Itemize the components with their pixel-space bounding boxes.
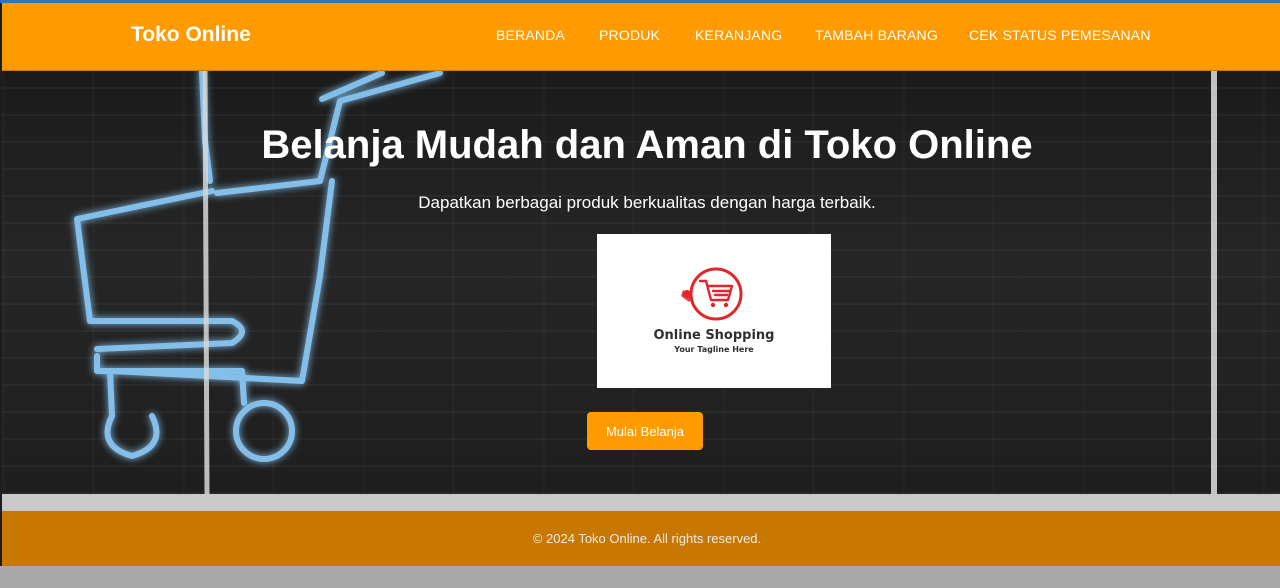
footer-copyright: © 2024 Toko Online. All rights reserved. (532, 531, 762, 546)
hero-section: Belanja Mudah dan Aman di Toko Online Da… (2, 71, 1280, 494)
brand-logo-image: Online Shopping Your Tagline Here (597, 234, 831, 388)
shopping-cart-logo-icon (681, 267, 743, 321)
nav-link-beranda[interactable]: BERANDA (496, 27, 565, 43)
logo-text-title: Online Shopping (653, 328, 775, 343)
hero-subtitle: Dapatkan berbagai produk berkualitas den… (418, 193, 876, 212)
hero-title: Belanja Mudah dan Aman di Toko Online (261, 123, 1033, 167)
nav-link-tambah-barang[interactable]: TAMBAH BARANG (815, 27, 938, 43)
footer: © 2024 Toko Online. All rights reserved. (2, 511, 1280, 566)
nav-link-cek-status-pemesanan[interactable]: CEK STATUS PEMESANAN (969, 27, 1151, 43)
nav-link-keranjang[interactable]: KERANJANG (695, 27, 782, 43)
start-shopping-button[interactable]: Mulai Belanja (587, 412, 703, 450)
nav-link-produk[interactable]: PRODUK (599, 27, 660, 43)
navbar: Toko Online BERANDA PRODUK KERANJANG TAM… (2, 3, 1280, 71)
section-divider (2, 494, 1280, 511)
brand-link[interactable]: Toko Online (131, 23, 251, 47)
logo-text-tagline: Your Tagline Here (674, 345, 754, 354)
